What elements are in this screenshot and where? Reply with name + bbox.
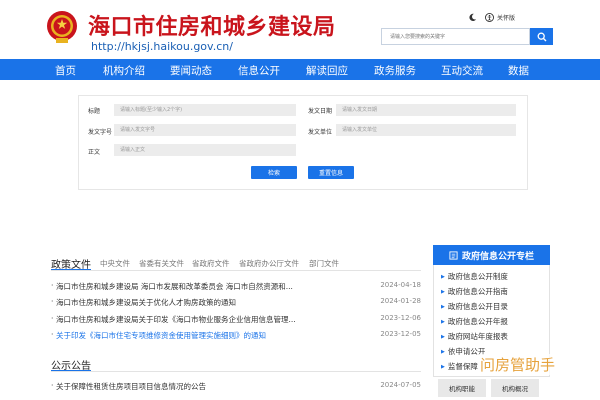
nav-news[interactable]: 要闻动态 [170, 63, 212, 78]
bullet-dot: · [51, 297, 54, 306]
search-button[interactable] [530, 28, 553, 45]
care-mode-label: 关怀版 [497, 14, 516, 22]
header-tools: 关怀版 [468, 10, 515, 24]
search-icon [537, 32, 546, 41]
nav-interpretation[interactable]: 解读回应 [306, 63, 348, 78]
main-nav: 首页 机构介绍 要闻动态 信息公开 解读回应 政务服务 互动交流 数据 [0, 59, 600, 80]
list-item-date: 2023-12-05 [380, 330, 421, 338]
moon-icon [469, 13, 477, 21]
tab-provincial-gov-docs[interactable]: 省政府文件 [192, 258, 230, 269]
list-item: · 海口市住房和城乡建设局 海口市发展和改革委员会 海口市自然资源和... 20… [51, 281, 421, 293]
nav-home[interactable]: 首页 [55, 63, 76, 78]
list-item-link[interactable]: 海口市住房和城乡建设局关于印发《海口市物业服务企业信用信息管理... [56, 314, 348, 325]
list-item: · 关于印发《海口市住宅专项维修资金使用管理实施细则》的通知 2023-12-0… [51, 330, 421, 342]
sidebar-item[interactable]: ▶ 政府信息公开制度 [441, 271, 508, 282]
nav-interaction[interactable]: 互动交流 [441, 63, 483, 78]
tab-provincial-office-docs[interactable]: 省政府办公厅文件 [239, 258, 299, 269]
sidebar-item[interactable]: ▶ 政府信息公开年报 [441, 316, 508, 327]
body-text-field[interactable]: 请输入正文 [114, 144, 296, 156]
nav-info-public[interactable]: 信息公开 [238, 63, 280, 78]
sidebar-item[interactable]: ▶ 政府网站年度报表 [441, 331, 508, 342]
list-item-link[interactable]: 海口市住房和城乡建设局 海口市发展和改革委员会 海口市自然资源和... [56, 281, 348, 292]
list-icon [449, 250, 458, 260]
doc-number-field[interactable]: 请输入发文字号 [114, 124, 296, 136]
national-emblem-icon[interactable] [46, 10, 78, 44]
triangle-icon: ▶ [441, 334, 445, 340]
site-header: 海口市住房和城乡建设局 http://hkjsj.haikou.gov.cn/ … [0, 0, 600, 58]
nav-gov-services[interactable]: 政务服务 [374, 63, 416, 78]
sidebar-item-label: 政府信息公开制度 [447, 272, 508, 281]
notice-divider [51, 371, 421, 372]
org-overview-button[interactable]: 机构概况 [491, 379, 539, 397]
site-url[interactable]: http://hkjsj.haikou.gov.cn/ [91, 40, 233, 53]
issue-date-field[interactable]: 请输入发文日期 [336, 104, 516, 116]
list-item-link[interactable]: 海口市住房和城乡建设局关于优化人才购房政策的通知 [56, 297, 348, 308]
tab-provincial-party-docs[interactable]: 省委有关文件 [139, 258, 184, 269]
watermark-text: 问房管助手 [478, 354, 558, 375]
title-field[interactable]: 请输入标题(至少输入2个字) [114, 104, 296, 116]
triangle-icon: ▶ [441, 364, 445, 370]
doc-number-label: 发文字号 [88, 129, 113, 136]
bullet-dot: · [51, 281, 54, 290]
site-title[interactable]: 海口市住房和城乡建设局 [88, 9, 336, 41]
title-label: 标题 [88, 108, 101, 115]
list-item: · 关于保障性租赁住房项目项目信息情况的公告 2024-07-05 [51, 381, 421, 393]
triangle-icon: ▶ [441, 304, 445, 310]
reset-button[interactable]: 重置信息 [308, 166, 354, 179]
sidebar-item[interactable]: ▶ 政府信息公开指南 [441, 286, 508, 297]
bullet-dot: · [51, 314, 54, 323]
org-functions-button[interactable]: 机构职能 [438, 379, 486, 397]
list-item-date: 2024-04-18 [380, 281, 421, 289]
bullet-dot: · [51, 330, 54, 339]
list-item-date: 2024-01-28 [380, 297, 421, 305]
triangle-icon: ▶ [441, 274, 445, 280]
issuer-label: 发文单位 [308, 129, 333, 136]
triangle-icon: ▶ [441, 349, 445, 355]
sidebar-item[interactable]: ▶ 监督保障 [441, 361, 478, 372]
bullet-dot: · [51, 381, 54, 390]
issue-date-label: 发文日期 [308, 108, 333, 115]
list-item: · 海口市住房和城乡建设局关于印发《海口市物业服务企业信用信息管理... 202… [51, 314, 421, 326]
list-item-date: 2024-07-05 [380, 381, 421, 389]
list-item: · 海口市住房和城乡建设局关于优化人才购房政策的通知 2024-01-28 [51, 297, 421, 309]
triangle-icon: ▶ [441, 319, 445, 325]
nav-org-intro[interactable]: 机构介绍 [103, 63, 145, 78]
gov-info-column-title: 政府信息公开专栏 [461, 251, 534, 262]
list-item-link[interactable]: 关于印发《海口市住宅专项维修资金使用管理实施细则》的通知 [56, 330, 348, 341]
triangle-icon: ▶ [441, 289, 445, 295]
body-text-label: 正文 [88, 149, 101, 156]
list-item-date: 2023-12-06 [380, 314, 421, 322]
accessibility-icon [485, 12, 494, 22]
sidebar-item-label: 监督保障 [447, 362, 478, 371]
sidebar-item-label: 政府信息公开目录 [447, 302, 508, 311]
sidebar-item-label: 政府信息公开年报 [447, 317, 508, 326]
issuer-field[interactable]: 请输入发文单位 [336, 124, 516, 136]
policy-divider [51, 270, 421, 271]
retrieve-button[interactable]: 检索 [251, 166, 297, 179]
tab-department-docs[interactable]: 部门文件 [309, 258, 339, 269]
gov-info-column-header[interactable]: 政府信息公开专栏 [433, 245, 550, 265]
tab-central-docs[interactable]: 中央文件 [100, 258, 130, 269]
care-mode-toggle[interactable]: 关怀版 [485, 12, 516, 22]
search-input[interactable] [381, 28, 530, 45]
dark-mode-toggle[interactable] [468, 13, 477, 22]
list-item-link[interactable]: 关于保障性租赁住房项目项目信息情况的公告 [56, 381, 348, 392]
sidebar-item-label: 政府网站年度报表 [447, 332, 508, 341]
sidebar-item[interactable]: ▶ 政府信息公开目录 [441, 301, 508, 312]
sidebar-item-label: 政府信息公开指南 [447, 287, 508, 296]
nav-data[interactable]: 数据 [508, 63, 529, 78]
